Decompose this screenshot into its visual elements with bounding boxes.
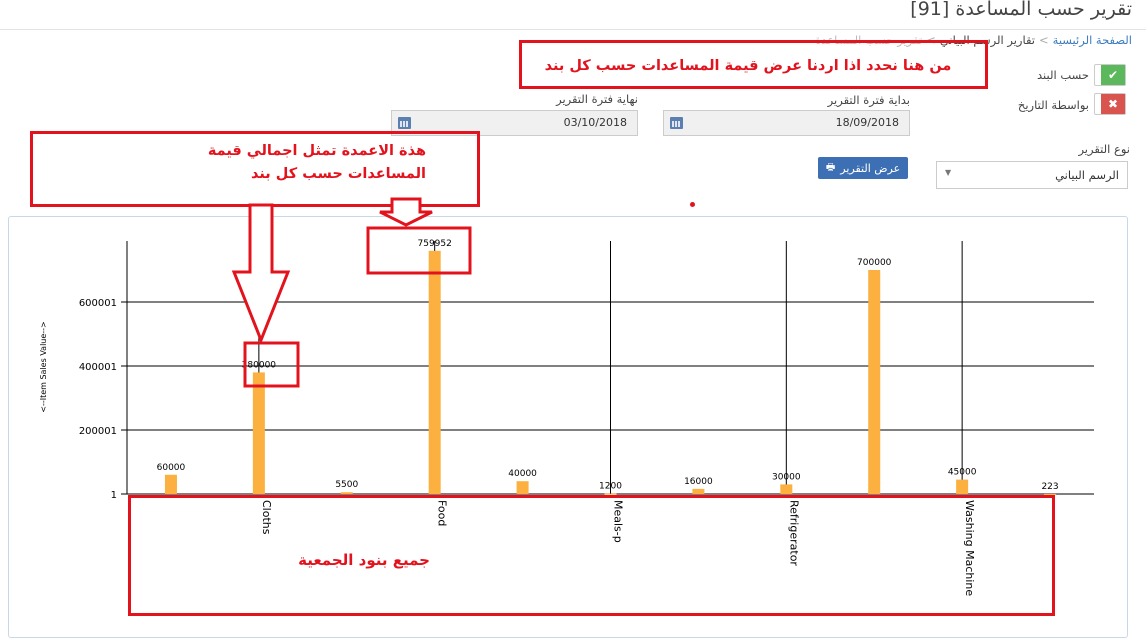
down-arrow-icon xyxy=(231,203,291,345)
down-arrow-icon xyxy=(379,197,433,227)
annotation-box-cloths xyxy=(243,341,300,388)
annotation-overlay xyxy=(231,197,472,388)
annotation-box-food xyxy=(366,226,472,275)
